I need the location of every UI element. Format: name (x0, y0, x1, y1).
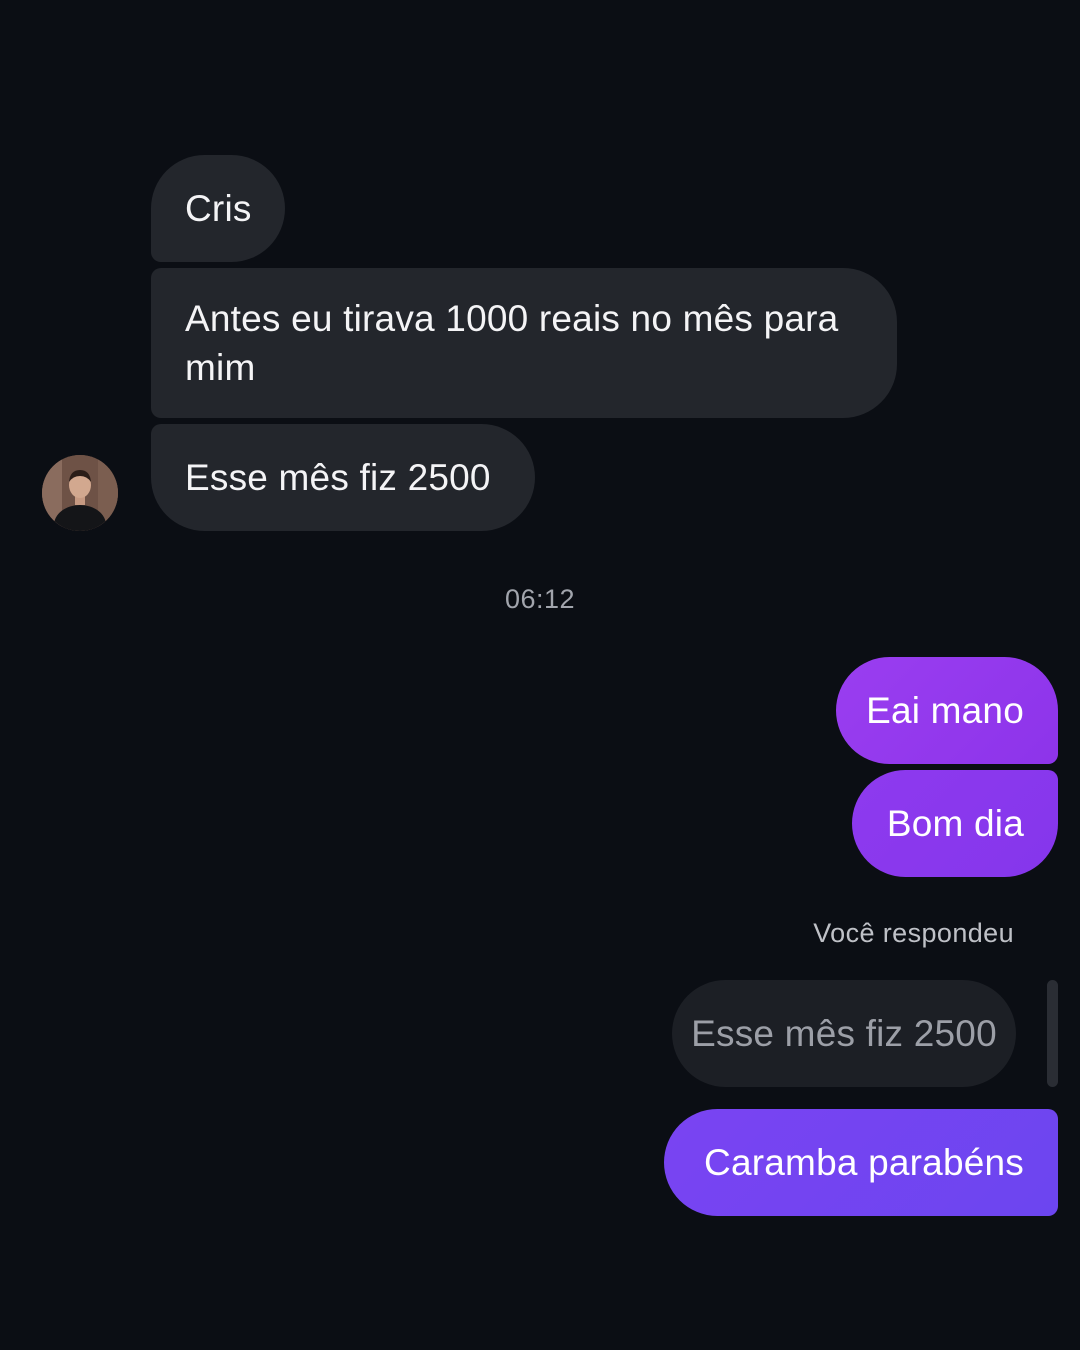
outgoing-reply-message[interactable]: Caramba parabéns (664, 1109, 1058, 1216)
incoming-message[interactable]: Esse mês fiz 2500 (151, 424, 535, 531)
message-text: Esse mês fiz 2500 (185, 457, 491, 498)
incoming-message[interactable]: Cris (151, 155, 285, 262)
incoming-message[interactable]: Antes eu tirava 1000 reais no mês para m… (151, 268, 897, 418)
reply-context-label: Você respondeu (813, 918, 1014, 948)
user-photo-icon (42, 455, 118, 531)
message-text: Caramba parabéns (704, 1142, 1024, 1183)
message-timestamp: 06:12 (504, 584, 576, 614)
reply-indicator-bar (1047, 980, 1058, 1087)
message-text: Eai mano (866, 690, 1024, 731)
quoted-message[interactable]: Esse mês fiz 2500 (672, 980, 1016, 1087)
message-text: Bom dia (886, 803, 1024, 844)
outgoing-message[interactable]: Eai mano (836, 657, 1058, 764)
outgoing-message[interactable]: Bom dia (852, 770, 1058, 877)
quoted-message-text: Esse mês fiz 2500 (691, 1013, 997, 1054)
sender-avatar[interactable] (42, 455, 118, 531)
message-text: Cris (185, 188, 252, 229)
message-text: Antes eu tirava 1000 reais no mês para m… (185, 298, 839, 388)
